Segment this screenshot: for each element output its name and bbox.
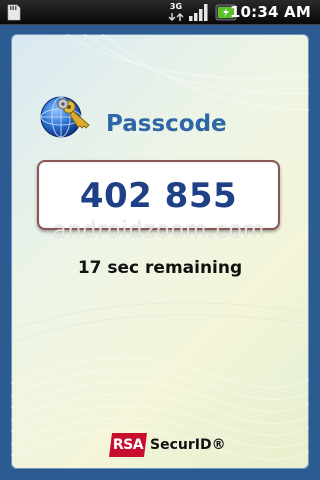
page-title: Passcode xyxy=(106,111,227,137)
passcode-value: 402 855 xyxy=(79,176,238,216)
rsa-label: RSA xyxy=(112,437,144,453)
watermark-text: androidzoom.com xyxy=(53,218,266,243)
securid-label: SecurID® xyxy=(150,437,226,453)
status-bar: 3G 10:34 AM xyxy=(0,0,320,25)
signal-icon xyxy=(189,4,208,21)
3g-icon: 3G xyxy=(166,2,186,22)
status-clock: 10:34 AM xyxy=(229,3,311,21)
time-remaining-text: 17 sec remaining xyxy=(77,258,243,278)
network-type-label: 3G xyxy=(169,2,183,11)
globe-key-icon xyxy=(40,96,90,138)
sd-card-icon xyxy=(7,4,21,21)
